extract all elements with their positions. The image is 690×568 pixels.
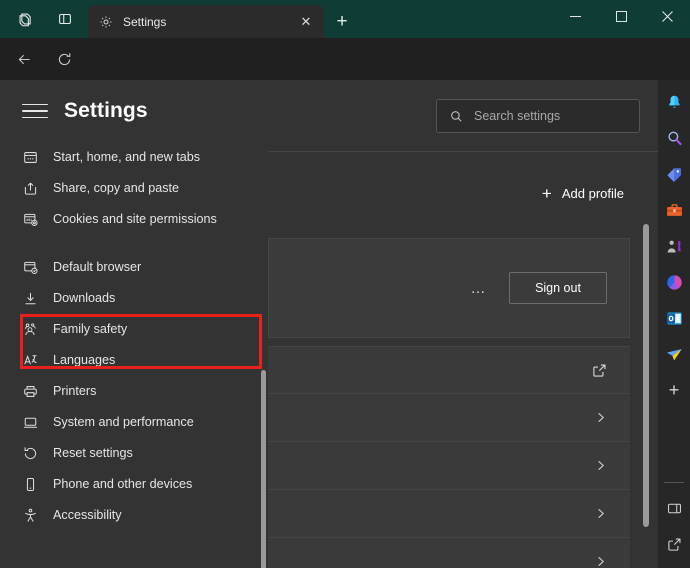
sidebar-item-label: Share, copy and paste <box>53 181 180 195</box>
sidebar-item-label: Printers <box>53 384 97 398</box>
close-window-button[interactable] <box>644 0 690 32</box>
add-sidebar-app-button[interactable]: + <box>660 374 688 406</box>
default-browser-icon <box>22 259 39 276</box>
sidebar-item-system-and-performance[interactable]: System and performance <box>0 409 268 440</box>
sidebar-item-family-safety[interactable]: Family safety <box>0 316 268 347</box>
settings-row-1[interactable] <box>268 394 630 442</box>
profile-more-options-icon[interactable]: … <box>465 276 494 301</box>
plus-icon: + <box>541 183 552 203</box>
family-safety-icon <box>22 321 39 338</box>
system-performance-icon <box>22 414 39 431</box>
edge-browser-window: Settings ✕ + Settings Start, home, and n… <box>0 0 690 568</box>
sidebar-item-label: Downloads <box>53 291 116 305</box>
external-link-row[interactable] <box>268 346 630 394</box>
sidebar-item-label: Accessibility <box>53 508 122 522</box>
outlook-icon[interactable] <box>660 302 688 334</box>
add-profile-button[interactable]: + Add profile <box>534 179 632 208</box>
chevron-right-icon <box>593 554 608 568</box>
close-icon[interactable]: ✕ <box>296 12 316 32</box>
sidebar-item-label: Reset settings <box>53 446 133 460</box>
printers-icon <box>22 383 39 400</box>
chevron-right-icon <box>593 410 608 425</box>
sidebar-item-label: Cookies and site permissions <box>53 212 217 226</box>
gear-icon <box>98 14 114 30</box>
sign-out-button[interactable]: Sign out <box>509 272 607 304</box>
designer-icon[interactable] <box>660 266 688 298</box>
sidebar-item-start-home-new-tabs[interactable]: Start, home, and new tabs <box>0 144 268 175</box>
settings-nav-list: Start, home, and new tabs Share, copy an… <box>0 144 268 533</box>
edgebar-divider <box>664 482 684 483</box>
shopping-tag-icon[interactable] <box>660 158 688 190</box>
open-in-new-icon[interactable] <box>660 528 688 560</box>
settings-content: + Add profile … Sign out <box>268 80 658 568</box>
add-profile-label: Add profile <box>561 185 624 201</box>
hamburger-menu-icon[interactable] <box>22 98 48 124</box>
search-settings-box[interactable] <box>436 99 640 133</box>
chevron-right-icon <box>593 506 608 521</box>
content-top-bar <box>268 80 658 152</box>
titlebar-left-icons <box>0 0 82 38</box>
title-bar: Settings ✕ + <box>0 0 690 38</box>
sidebar-item-label: Family safety <box>53 322 128 336</box>
profiles-header-row: + Add profile <box>268 156 658 230</box>
window-controls <box>552 0 690 32</box>
search-sidebar-icon[interactable] <box>660 122 688 154</box>
tools-icon[interactable] <box>660 194 688 226</box>
sidebar-item-default-browser[interactable]: Default browser <box>0 254 268 285</box>
profile-card: … Sign out <box>268 238 630 338</box>
sidebar-item-share-copy-paste[interactable]: Share, copy and paste <box>0 175 268 206</box>
tab-actions-icon[interactable] <box>48 4 82 34</box>
chevron-right-icon <box>593 458 608 473</box>
sidebar-item-phone-and-other-devices[interactable]: Phone and other devices <box>0 471 268 502</box>
sidebar-item-label: Phone and other devices <box>53 477 193 491</box>
sidebar-item-label: Default browser <box>53 260 142 274</box>
settings-sidebar: Settings Start, home, and new tabs Share… <box>0 80 268 568</box>
settings-row-4[interactable] <box>268 538 630 568</box>
content-scroll-region: + Add profile … Sign out <box>268 152 658 568</box>
page-title: Settings <box>64 99 148 122</box>
minimize-button[interactable] <box>552 0 598 32</box>
sidebar-item-reset-settings[interactable]: Reset settings <box>0 440 268 471</box>
maximize-button[interactable] <box>598 0 644 32</box>
tab-title: Settings <box>123 14 167 29</box>
sidebar-scrollbar[interactable] <box>261 370 266 568</box>
settings-rows <box>268 346 630 568</box>
sidebar-item-accessibility[interactable]: Accessibility <box>0 502 268 533</box>
browser-toolbar: Edge edge://setting... <box>0 38 690 113</box>
languages-icon <box>22 352 39 369</box>
sidebar-item-printers[interactable]: Printers <box>0 378 268 409</box>
accessibility-icon <box>22 507 39 524</box>
sidebar-item-label: System and performance <box>53 415 194 429</box>
tab-settings[interactable]: Settings ✕ <box>88 5 324 38</box>
workspaces-icon[interactable] <box>8 4 42 34</box>
notifications-icon[interactable] <box>660 86 688 118</box>
sidebar-item-languages[interactable]: Languages <box>0 347 268 378</box>
back-button[interactable] <box>8 43 40 75</box>
search-input[interactable] <box>474 109 635 123</box>
settings-page: Settings Start, home, and new tabs Share… <box>0 80 658 568</box>
share-icon <box>22 180 39 197</box>
search-icon <box>449 109 464 124</box>
edge-sidebar: + <box>658 80 690 568</box>
new-tab-button[interactable]: + <box>329 8 355 34</box>
settings-header: Settings <box>0 80 268 124</box>
sidebar-item-label: Start, home, and new tabs <box>53 150 201 164</box>
sidebar-item-cookies-and-site-permissions[interactable]: Cookies and site permissions <box>0 206 268 254</box>
phone-devices-icon <box>22 476 39 493</box>
sidebar-toggle-icon[interactable] <box>660 492 688 524</box>
sidebar-item-label: Languages <box>53 353 116 367</box>
cookies-icon <box>22 211 39 228</box>
drop-icon[interactable] <box>660 338 688 370</box>
games-icon[interactable] <box>660 230 688 262</box>
sidebar-item-downloads[interactable]: Downloads <box>0 285 268 316</box>
refresh-button[interactable] <box>48 43 80 75</box>
settings-row-3[interactable] <box>268 490 630 538</box>
reset-settings-icon <box>22 445 39 462</box>
content-scrollbar[interactable] <box>643 224 649 527</box>
external-link-icon <box>591 362 608 379</box>
downloads-icon <box>22 290 39 307</box>
home-tabs-icon <box>22 149 39 166</box>
settings-row-2[interactable] <box>268 442 630 490</box>
